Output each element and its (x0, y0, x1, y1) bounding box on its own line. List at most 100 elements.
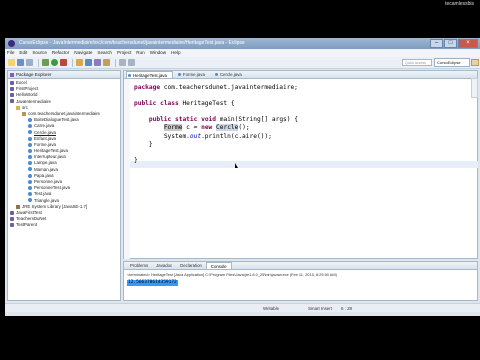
project-icon (10, 210, 14, 215)
java-file-icon (28, 173, 32, 178)
tab-problems[interactable]: Problems (126, 262, 152, 269)
status-insert-mode: Smart Insert (308, 306, 332, 311)
code-line-8: } (134, 141, 298, 149)
tree-item-label: HeritageTest.java (34, 148, 68, 154)
package-explorer-title: Package Explorer (16, 72, 52, 77)
forward-icon[interactable] (128, 59, 135, 66)
java-file-icon (28, 161, 32, 166)
bottom-panel: Problems Javadoc Declaration Console <te… (123, 261, 478, 301)
library-icon (16, 204, 20, 209)
java-file-icon (214, 73, 218, 76)
debug-icon[interactable] (42, 59, 49, 66)
project-icon (10, 223, 14, 228)
java-file-icon (28, 198, 32, 203)
tree-item-label: JavaFirstTest (16, 209, 42, 215)
outline-minimized-strip[interactable] (471, 78, 478, 98)
tree-item-label: Maman.java (34, 166, 58, 172)
eclipse-window: CursoEclipse - JavaIntermediaire/src/com… (5, 38, 480, 316)
tree-item-label: Enfant.java (34, 135, 56, 141)
code-text: } (134, 156, 138, 164)
title-bar: CursoEclipse - JavaIntermediaire/src/com… (5, 38, 480, 49)
new-icon[interactable] (8, 59, 15, 66)
code-field: out (189, 132, 202, 140)
external-tools-icon[interactable] (60, 59, 67, 66)
tab-heritagetest-java[interactable]: HeritageTest.java (126, 71, 173, 78)
save-icon[interactable] (17, 59, 24, 66)
code-text: } (148, 140, 153, 148)
close-button[interactable]: × (458, 39, 478, 48)
print-icon[interactable] (26, 59, 33, 66)
project-icon (10, 87, 14, 92)
package-explorer-icon (10, 73, 14, 77)
menu-edit[interactable]: Edit (19, 49, 27, 57)
java-perspective-icon[interactable] (471, 59, 479, 66)
tab-forme-java[interactable]: Forme.java (177, 71, 210, 78)
tab-console[interactable]: Console (205, 262, 232, 269)
tree-item-label: Carre.java (34, 123, 55, 129)
quick-access-input[interactable]: Quick Access (402, 59, 432, 66)
tab-cercle-java[interactable]: Cercle.java (214, 71, 247, 78)
tree-item-label: JavaIntermediaire (16, 98, 51, 104)
code-text: HeritageTest { (178, 100, 235, 108)
code-text: (); (238, 124, 250, 132)
java-file-icon (28, 130, 32, 135)
tree-item-label: BoiteDialogueTest.java (34, 117, 79, 123)
new-class-icon[interactable] (85, 59, 92, 66)
tree-item-label: FirstProject (16, 86, 39, 92)
code-line-7: System.out.println(c.aire()); (134, 133, 298, 141)
perspective-button[interactable]: CursoEclipse (434, 58, 470, 67)
code-constructor-highlight: Cercle (216, 124, 239, 132)
code-keyword: public (134, 100, 157, 108)
code-text: c = (182, 124, 202, 132)
tree-item-label: com.teachersdunet.javaintermediaire (28, 110, 100, 116)
project-icon (10, 99, 14, 104)
menu-window[interactable]: Window (150, 49, 166, 57)
menu-project[interactable]: Project (117, 49, 131, 57)
java-file-icon (28, 192, 32, 197)
java-editor: HeritageTest.java Forme.java Cercle.java… (123, 70, 478, 259)
tree-item-label: src (22, 104, 28, 110)
code-line-10: } (134, 157, 298, 165)
code-area[interactable]: package com.teachersdunet.javaintermedia… (134, 84, 298, 165)
code-line-3: public class HeritageTest { (134, 100, 298, 108)
console-output[interactable]: 12.566370614359172 (127, 280, 178, 286)
run-icon[interactable] (51, 59, 58, 66)
code-text: com.teachersdunet.javaintermediaire; (160, 84, 298, 91)
menu-refactor[interactable]: Refactor (52, 49, 69, 57)
tree-item[interactable]: TestParent (8, 222, 120, 228)
minimize-button[interactable]: – (430, 39, 443, 48)
camera-label: tecamlessbis (445, 1, 474, 7)
code-line-6: Forme c = new Cercle(); (134, 124, 298, 132)
project-tree: Excel FirstProject HelloWorld JavaIntermedi… (8, 79, 120, 229)
search-icon[interactable] (103, 59, 110, 66)
java-file-icon (28, 142, 32, 147)
java-file-icon (28, 155, 32, 160)
tree-item-label: TestParent (16, 222, 37, 228)
menu-search[interactable]: Search (97, 49, 112, 57)
tab-label: Forme.java (182, 72, 205, 77)
status-bar: Writable Smart Insert 6 : 28 (5, 303, 480, 312)
maximize-button[interactable]: □ (444, 39, 457, 48)
tree-item-label: Papa.java (34, 172, 54, 178)
project-icon (10, 80, 14, 85)
tab-declaration[interactable]: Declaration (176, 262, 206, 269)
tab-javadoc[interactable]: Javadoc (152, 262, 176, 269)
menu-help[interactable]: Help (171, 49, 180, 57)
tree-item-label: Test.java (34, 191, 52, 197)
menu-navigate[interactable]: Navigate (74, 49, 92, 57)
open-type-icon[interactable] (94, 59, 101, 66)
package-explorer-tab[interactable]: Package Explorer (8, 71, 120, 79)
menu-source[interactable]: Source (32, 49, 47, 57)
java-file-icon (28, 136, 32, 141)
mouse-pointer-icon (235, 163, 238, 168)
new-package-icon[interactable] (76, 59, 83, 66)
window-controls: – □ × (429, 39, 478, 48)
project-icon (10, 93, 14, 98)
menu-run[interactable]: Run (136, 49, 144, 57)
tree-item-label: Triangle.java (34, 197, 59, 203)
back-icon[interactable] (119, 59, 126, 66)
menu-file[interactable]: File (7, 49, 14, 57)
code-keyword: static (175, 116, 198, 124)
java-file-icon (28, 186, 32, 191)
tab-label: HeritageTest.java (133, 73, 167, 78)
